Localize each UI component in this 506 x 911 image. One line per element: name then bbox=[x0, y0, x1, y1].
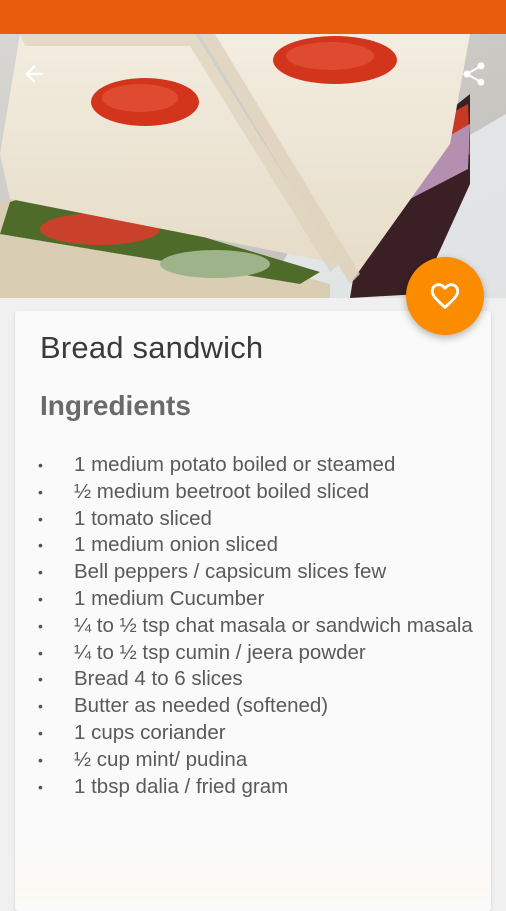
ingredient-item: • ½ cup mint/ pudina bbox=[38, 747, 478, 774]
ingredient-item: • Bell peppers / capsicum slices few bbox=[38, 559, 478, 586]
ingredient-item: • 1 tomato sliced bbox=[38, 506, 478, 533]
ingredient-item: • Bread 4 to 6 slices bbox=[38, 666, 478, 693]
ingredients-heading: Ingredients bbox=[40, 390, 191, 421]
bullet-marker: • bbox=[38, 698, 43, 715]
arrow-back-icon bbox=[25, 65, 43, 83]
ingredient-text: ½ cup mint/ pudina bbox=[74, 747, 248, 771]
bullet-marker: • bbox=[38, 457, 43, 473]
bullet-marker: • bbox=[38, 537, 43, 554]
card-bottom-fade bbox=[15, 840, 491, 900]
bullet-marker: • bbox=[38, 671, 43, 688]
ingredient-text: ½ medium beetroot boiled sliced bbox=[74, 479, 370, 503]
ingredient-text: 1 cups coriander bbox=[74, 720, 226, 744]
ingredient-item: • Butter as needed (softened) bbox=[38, 693, 478, 720]
bullet-marker: • bbox=[38, 483, 43, 500]
ingredient-item: • 1 medium onion sliced bbox=[38, 532, 478, 559]
ingredient-item: • 1 cups coriander bbox=[38, 720, 478, 747]
ingredient-text: 1 tbsp dalia / fried gram bbox=[74, 774, 289, 798]
sandwich-photo bbox=[0, 34, 506, 298]
ingredient-text: 1 medium Cucumber bbox=[74, 586, 265, 610]
ingredient-item: • 1 tbsp dalia / fried gram bbox=[38, 774, 478, 801]
ingredient-text: 1 medium onion sliced bbox=[74, 533, 278, 557]
status-bar bbox=[0, 0, 506, 34]
bullet-marker: • bbox=[38, 644, 43, 661]
bullet-marker: • bbox=[38, 590, 43, 607]
hero-image bbox=[0, 34, 506, 298]
ingredient-text: 1 medium potato boiled or steamed bbox=[74, 453, 396, 476]
ingredient-text: Butter as needed (softened) bbox=[74, 694, 329, 718]
ingredient-text: ¼ to ½ tsp chat masala or sandwich masal… bbox=[74, 613, 473, 637]
heart-outline-icon bbox=[430, 283, 460, 310]
back-button[interactable] bbox=[14, 54, 54, 94]
share-button[interactable] bbox=[454, 54, 494, 94]
bullet-marker: • bbox=[38, 510, 43, 527]
ingredient-text: ¼ to ½ tsp cumin / jeera powder bbox=[74, 640, 366, 664]
bullet-marker: • bbox=[38, 778, 43, 795]
recipe-title: Bread sandwich bbox=[40, 330, 264, 365]
ingredient-text: Bread 4 to 6 slices bbox=[74, 667, 243, 691]
ingredient-item: • ¼ to ½ tsp chat masala or sandwich masa… bbox=[38, 613, 478, 640]
share-icon bbox=[463, 62, 485, 86]
ingredient-text: Bell peppers / capsicum slices few bbox=[74, 560, 387, 584]
bullet-marker: • bbox=[38, 724, 43, 741]
ingredient-item: • 1 medium Cucumber bbox=[38, 586, 478, 613]
ingredient-item: • ½ medium beetroot boiled sliced bbox=[38, 479, 478, 506]
ingredients-list: • 1 medium potato boiled or steamed • ½ med… bbox=[38, 452, 478, 800]
ingredient-item: • ¼ to ½ tsp cumin / jeera powder bbox=[38, 640, 478, 667]
bullet-marker: • bbox=[38, 617, 43, 634]
bullet-marker: • bbox=[38, 751, 43, 768]
bullet-marker: • bbox=[38, 564, 43, 581]
ingredient-item: • 1 medium potato boiled or steamed bbox=[38, 452, 478, 479]
ingredient-text: 1 tomato sliced bbox=[74, 506, 212, 530]
favorite-button[interactable] bbox=[406, 257, 484, 335]
